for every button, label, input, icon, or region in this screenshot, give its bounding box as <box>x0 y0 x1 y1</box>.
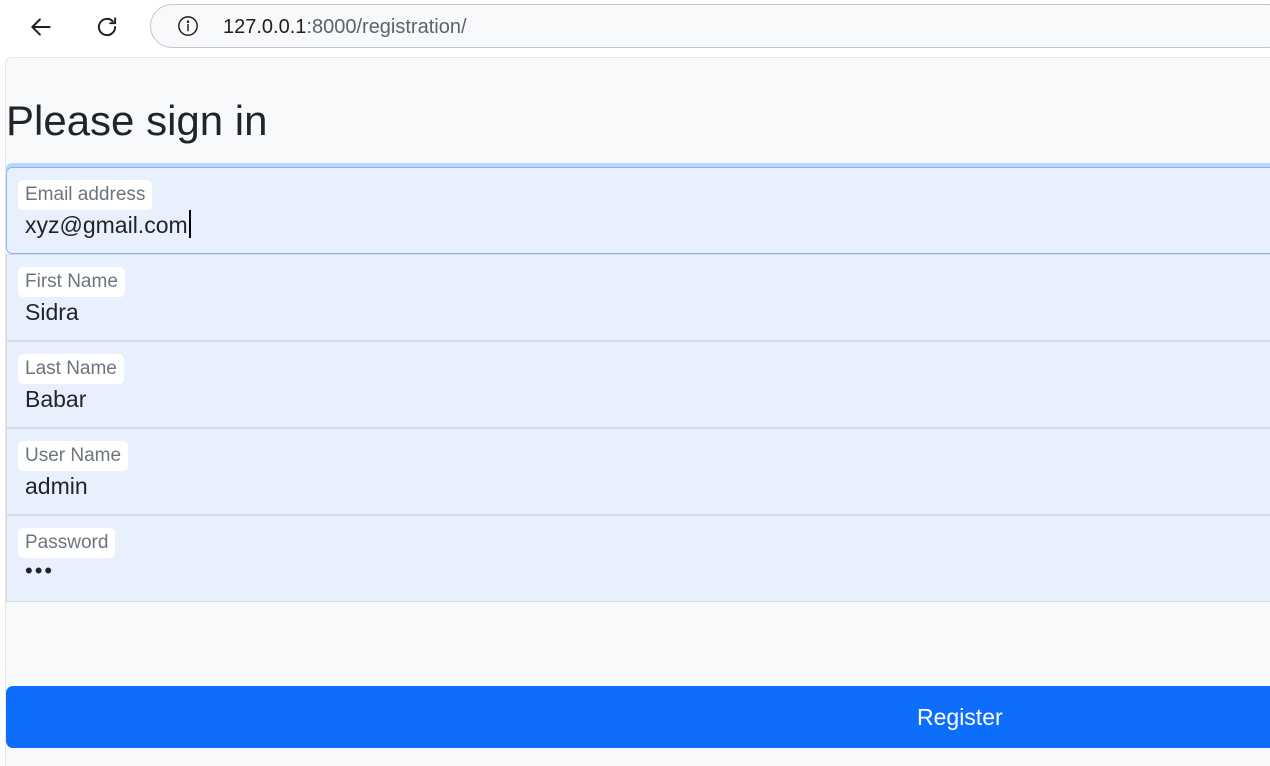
email-field[interactable]: Email address xyz@gmail.com <box>6 167 1270 254</box>
address-bar[interactable]: 127.0.0.1:8000/registration/ <box>150 4 1270 48</box>
first-name-field-value[interactable]: Sidra <box>25 297 79 327</box>
page-title: Please sign in <box>6 97 268 144</box>
registration-page: Please sign in Email address xyz@gmail.c… <box>5 57 1270 766</box>
text-cursor <box>188 210 191 238</box>
last-name-field-label: Last Name <box>18 354 124 384</box>
user-name-field-label: User Name <box>18 441 129 471</box>
url-path: :8000/registration/ <box>306 16 467 38</box>
reload-button[interactable] <box>86 6 128 48</box>
info-icon[interactable] <box>177 15 199 37</box>
url-text[interactable]: 127.0.0.1:8000/registration/ <box>223 16 467 38</box>
last-name-field[interactable]: Last Name Babar <box>6 341 1270 428</box>
last-name-field-value[interactable]: Babar <box>25 384 86 414</box>
back-button[interactable] <box>20 6 62 48</box>
email-value-text: xyz@gmail.com <box>25 212 188 238</box>
user-name-field[interactable]: User Name admin <box>6 428 1270 515</box>
register-button[interactable]: Register <box>6 686 1270 748</box>
browser-toolbar: 127.0.0.1:8000/registration/ <box>0 0 1270 56</box>
first-name-field[interactable]: First Name Sidra <box>6 254 1270 341</box>
url-host: 127.0.0.1 <box>223 16 307 38</box>
password-field[interactable]: Password ••• <box>6 515 1270 602</box>
password-field-value[interactable]: ••• <box>25 556 54 586</box>
email-field-value[interactable]: xyz@gmail.com <box>25 210 191 240</box>
password-field-label: Password <box>18 528 116 558</box>
first-name-field-label: First Name <box>18 267 125 297</box>
email-field-label: Email address <box>18 180 153 210</box>
reload-icon <box>97 17 117 37</box>
arrow-left-icon <box>31 18 51 36</box>
register-button-label: Register <box>917 704 1003 730</box>
user-name-field-value[interactable]: admin <box>25 471 88 501</box>
